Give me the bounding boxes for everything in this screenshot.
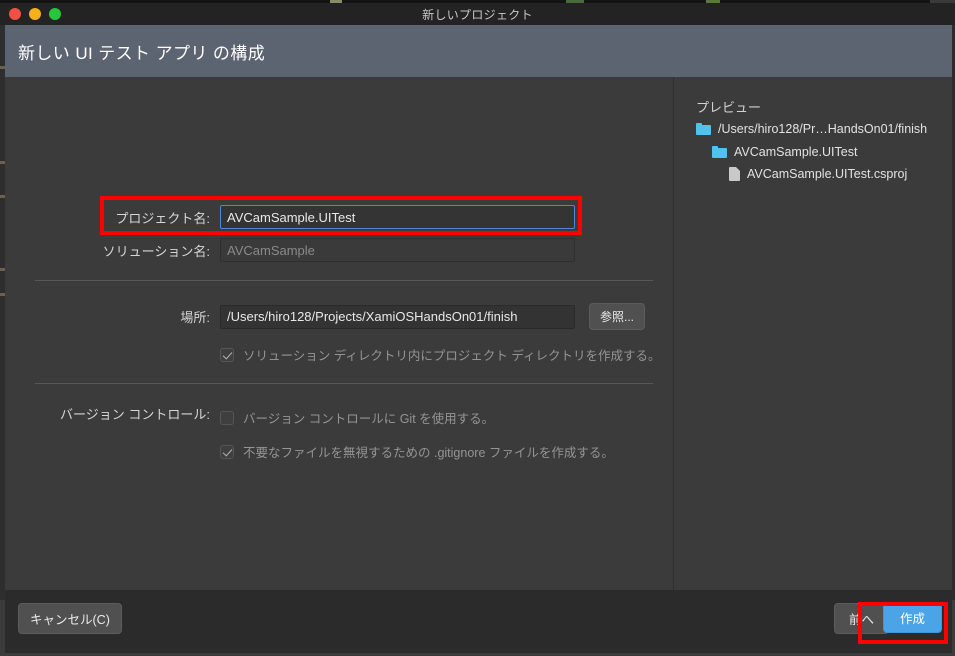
preview-tree-item-root[interactable]: /Users/hiro128/Pr…HandsOn01/finish [696, 122, 927, 136]
use-git-checkbox[interactable] [220, 410, 234, 425]
create-project-directory-label: ソリューション ディレクトリ内にプロジェクト ディレクトリを作成する。 [243, 349, 661, 363]
new-project-dialog: 新しいプロジェクト 新しい UI テスト アプリ の構成 プロジェクト名: ソリ… [0, 0, 955, 656]
solution-name-row: ソリューション名: [5, 238, 585, 262]
window-title: 新しいプロジェクト [422, 7, 533, 22]
window-controls[interactable] [9, 8, 61, 20]
dialog-footer: キャンセル(C) 前へ 作成 [5, 590, 952, 653]
section-divider-2 [35, 383, 653, 384]
preview-tree-label: AVCamSample.UITest.csproj [747, 167, 908, 181]
location-input[interactable] [220, 304, 575, 329]
create-project-directory-row[interactable]: ソリューション ディレクトリ内にプロジェクト ディレクトリを作成する。 [220, 345, 660, 364]
folder-icon [696, 123, 711, 135]
preview-tree-label: AVCamSample.UITest [734, 145, 858, 159]
close-button[interactable] [9, 8, 21, 20]
minimize-button[interactable] [29, 8, 41, 20]
dialog-header: 新しい UI テスト アプリ の構成 [5, 25, 952, 77]
solution-name-label: ソリューション名: [102, 243, 210, 259]
folder-icon [712, 146, 727, 158]
dialog-body: プロジェクト名: ソリューション名: 場所: 参照... ソリューション ディレ… [5, 77, 952, 590]
use-git-label: バージョン コントロールに Git を使用する。 [243, 412, 495, 426]
version-control-label: バージョン コントロール: [60, 407, 210, 422]
zoom-button[interactable] [49, 8, 61, 20]
browse-button[interactable]: 参照... [588, 303, 645, 330]
file-icon [729, 167, 740, 181]
preview-pane: プレビュー /Users/hiro128/Pr…HandsOn01/finish… [674, 77, 952, 590]
create-button[interactable]: 作成 [882, 602, 942, 633]
use-git-row[interactable]: バージョン コントロールに Git を使用する。 [220, 408, 494, 427]
cancel-button[interactable]: キャンセル(C) [18, 603, 122, 634]
create-project-directory-checkbox[interactable] [220, 347, 234, 362]
preview-tree-item-csproj[interactable]: AVCamSample.UITest.csproj [729, 167, 907, 181]
project-name-label: プロジェクト名: [115, 210, 210, 226]
project-name-input[interactable] [220, 205, 575, 229]
preview-title: プレビュー [696, 100, 762, 115]
preview-tree-label: /Users/hiro128/Pr…HandsOn01/finish [718, 122, 928, 136]
back-button[interactable]: 前へ [833, 603, 889, 634]
location-label: 場所: [180, 310, 210, 325]
gitignore-row[interactable]: 不要なファイルを無視するための .gitignore ファイルを作成する。 [220, 442, 614, 461]
gitignore-checkbox[interactable] [220, 444, 234, 459]
section-divider-1 [35, 280, 653, 281]
solution-name-input [220, 238, 575, 262]
project-name-row: プロジェクト名: [5, 205, 585, 229]
gitignore-label: 不要なファイルを無視するための .gitignore ファイルを作成する。 [243, 446, 614, 460]
page-title: 新しい UI テスト アプリ の構成 [18, 43, 266, 63]
form-pane: プロジェクト名: ソリューション名: 場所: 参照... ソリューション ディレ… [5, 77, 673, 590]
titlebar: 新しいプロジェクト [0, 3, 955, 25]
location-row: 場所: 参照... [5, 303, 645, 330]
preview-tree-item-project[interactable]: AVCamSample.UITest [712, 145, 857, 159]
